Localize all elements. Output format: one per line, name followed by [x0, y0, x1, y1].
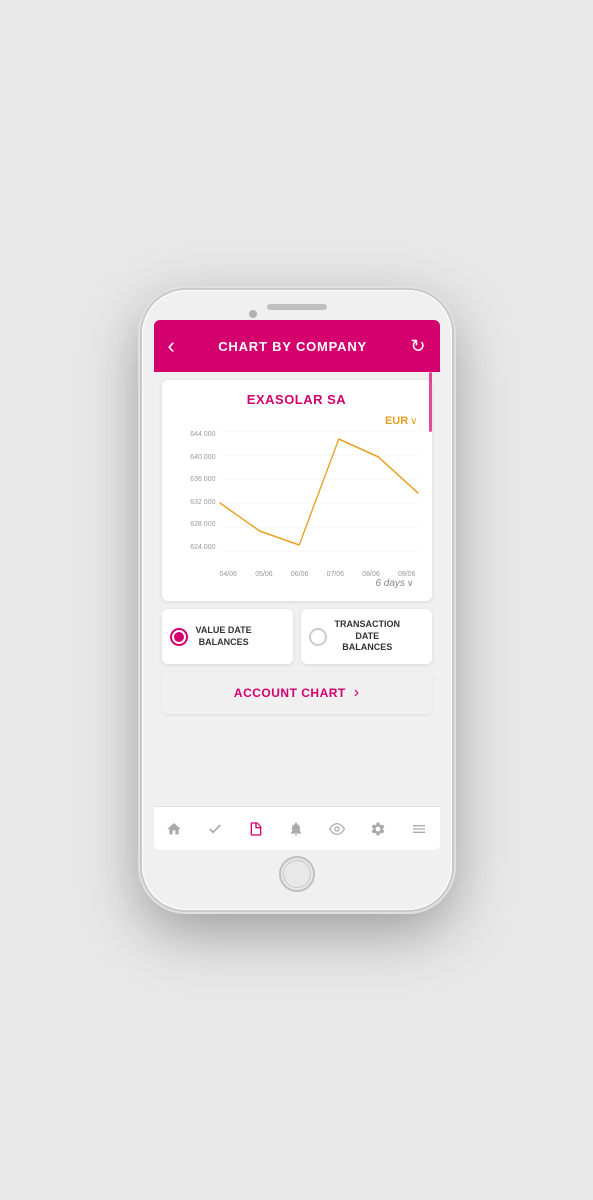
account-chart-label: ACCOUNT CHART [234, 686, 346, 700]
transaction-date-label: TRANSACTIONDATEBALANCES [335, 619, 401, 654]
x-label-3: 06/06 [291, 571, 309, 578]
currency-row: EUR ∨ [172, 415, 422, 427]
y-label-3: 636 000 [176, 476, 216, 483]
days-dropdown-arrow[interactable]: ∨ [407, 578, 414, 589]
company-name: EXASOLAR SA [172, 392, 422, 407]
line-chart [220, 431, 418, 551]
nav-home[interactable] [158, 813, 190, 845]
phone-home-inner [283, 860, 311, 888]
nav-bell[interactable] [280, 813, 312, 845]
value-date-radio-indicator[interactable] [170, 628, 188, 646]
y-label-6: 624 000 [176, 544, 216, 551]
x-label-5: 08/06 [362, 571, 380, 578]
nav-document[interactable] [240, 813, 272, 845]
x-label-1: 04/06 [220, 571, 238, 578]
phone-top-bar [267, 304, 327, 314]
scrollbar [429, 372, 432, 432]
y-label-5: 628 000 [176, 521, 216, 528]
currency-label[interactable]: EUR [385, 415, 408, 427]
x-label-4: 07/06 [327, 571, 345, 578]
phone-screen: ‹ CHART BY COMPANY ↻ EXASOLAR SA EUR ∨ [154, 320, 440, 850]
app-header: ‹ CHART BY COMPANY ↻ [154, 320, 440, 372]
main-content: EXASOLAR SA EUR ∨ 644 000 640 000 636 00… [154, 372, 440, 806]
days-row: 6 days ∨ [176, 578, 418, 593]
header-title: CHART BY COMPANY [218, 339, 367, 354]
nav-menu[interactable] [403, 813, 435, 845]
nav-eye[interactable] [321, 813, 353, 845]
company-card: EXASOLAR SA EUR ∨ 644 000 640 000 636 00… [162, 380, 432, 601]
value-date-label: VALUE DATEBALANCES [196, 625, 252, 648]
x-label-6: 09/06 [398, 571, 416, 578]
transaction-date-radio[interactable]: TRANSACTIONDATEBALANCES [301, 609, 432, 664]
refresh-button[interactable]: ↻ [410, 336, 425, 357]
y-axis-labels: 644 000 640 000 636 000 632 000 628 000 … [176, 431, 216, 551]
nav-check[interactable] [199, 813, 231, 845]
phone-home-button[interactable] [279, 856, 315, 892]
account-chart-arrow: › [354, 684, 359, 702]
back-button[interactable]: ‹ [168, 335, 175, 357]
y-label-4: 632 000 [176, 499, 216, 506]
bottom-navigation [154, 806, 440, 850]
currency-dropdown-arrow[interactable]: ∨ [410, 416, 417, 427]
chart-container: 644 000 640 000 636 000 632 000 628 000 … [172, 427, 422, 601]
chart-wrapper: 644 000 640 000 636 000 632 000 628 000 … [176, 431, 418, 571]
y-label-1: 644 000 [176, 431, 216, 438]
transaction-date-radio-indicator[interactable] [309, 628, 327, 646]
nav-settings[interactable] [362, 813, 394, 845]
x-label-2: 05/06 [255, 571, 273, 578]
phone-frame: ‹ CHART BY COMPANY ↻ EXASOLAR SA EUR ∨ [142, 290, 452, 910]
value-date-radio[interactable]: VALUE DATEBALANCES [162, 609, 293, 664]
y-label-2: 640 000 [176, 454, 216, 461]
phone-speaker [267, 304, 327, 310]
balance-type-selector: VALUE DATEBALANCES TRANSACTIONDATEBALANC… [162, 609, 432, 664]
phone-camera [249, 310, 257, 318]
x-axis-labels: 04/06 05/06 06/06 07/06 08/06 09/06 [176, 571, 418, 578]
days-label[interactable]: 6 days [375, 578, 404, 589]
account-chart-button[interactable]: ACCOUNT CHART › [162, 672, 432, 714]
